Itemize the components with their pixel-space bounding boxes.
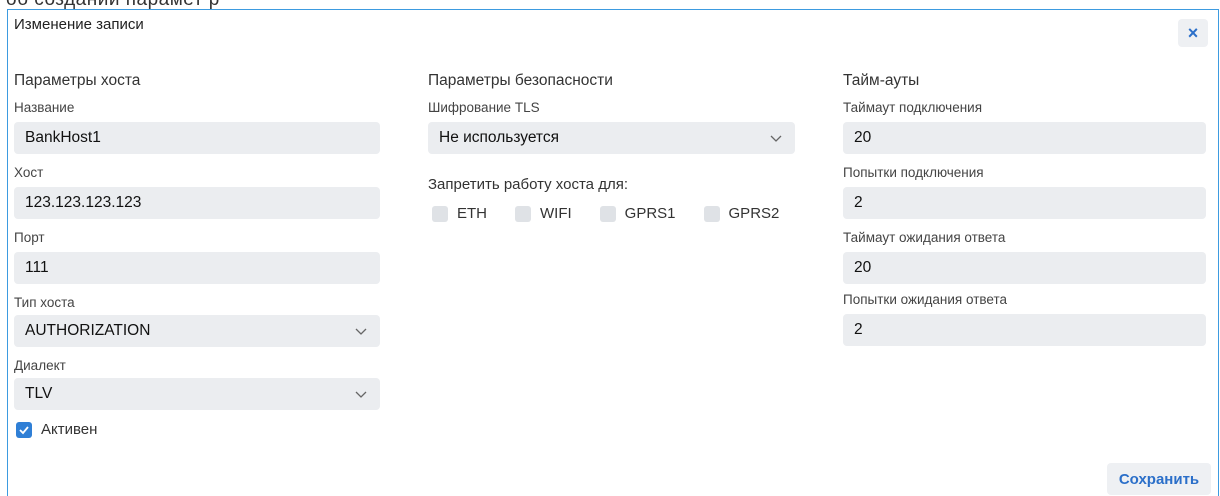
interface-eth[interactable]: ETH — [432, 205, 487, 222]
name-field[interactable]: BankHost1 — [14, 122, 380, 154]
interface-gprs1[interactable]: GPRS1 — [599, 205, 676, 222]
active-checkbox-row[interactable]: Активен — [16, 421, 97, 438]
tls-label: Шифрование TLS — [428, 100, 540, 115]
chevron-down-icon — [355, 388, 367, 400]
gprs1-checkbox[interactable] — [599, 205, 616, 222]
port-value: 111 — [25, 259, 49, 276]
interface-gprs2[interactable]: GPRS2 — [703, 205, 780, 222]
port-label: Порт — [14, 230, 45, 245]
gprs2-label: GPRS2 — [728, 205, 780, 222]
chevron-down-icon — [770, 132, 782, 144]
dialect-select[interactable]: TLV — [14, 378, 380, 410]
response-attempts-label: Попытки ожидания ответа — [843, 292, 1007, 307]
close-icon: × — [1187, 22, 1199, 43]
tls-select[interactable]: Не используется — [428, 122, 795, 154]
eth-label: ETH — [457, 205, 487, 222]
host-field[interactable]: 123.123.123.123 — [14, 187, 380, 219]
eth-checkbox[interactable] — [432, 205, 448, 222]
connect-timeout-field[interactable]: 20 — [843, 122, 1206, 154]
dialect-label: Диалект — [14, 358, 66, 373]
save-button[interactable]: Сохранить — [1107, 463, 1211, 495]
host-type-value: AUTHORIZATION — [25, 322, 151, 339]
host-value: 123.123.123.123 — [25, 194, 142, 211]
host-type-select[interactable]: AUTHORIZATION — [14, 315, 380, 347]
connect-attempts-label: Попытки подключения — [843, 165, 984, 180]
response-attempts-field[interactable]: 2 — [843, 314, 1206, 346]
connect-timeout-value: 20 — [854, 129, 872, 146]
host-label: Хост — [14, 165, 44, 180]
name-label: Название — [14, 100, 75, 115]
connect-attempts-value: 2 — [854, 194, 863, 211]
close-button[interactable]: × — [1178, 19, 1208, 47]
host-section-title: Параметры хоста — [14, 72, 141, 89]
connect-timeout-label: Таймаут подключения — [843, 100, 983, 115]
wifi-label: WIFI — [540, 205, 572, 222]
response-timeout-value: 20 — [854, 259, 872, 276]
response-timeout-field[interactable]: 20 — [843, 252, 1206, 284]
chevron-down-icon — [355, 325, 367, 337]
port-field[interactable]: 111 — [14, 252, 380, 284]
timeouts-section-title: Тайм-ауты — [843, 72, 920, 89]
dialog-title: Изменение записи — [14, 16, 144, 33]
edit-record-dialog: Изменение записи × Параметры хоста Назва… — [7, 9, 1219, 496]
active-label: Активен — [41, 421, 98, 438]
security-section-title: Параметры безопасности — [428, 72, 613, 89]
tls-value: Не используется — [439, 129, 560, 146]
check-icon — [19, 425, 29, 434]
deny-interfaces-label: Запретить работу хоста для: — [428, 176, 628, 193]
host-type-label: Тип хоста — [14, 295, 75, 310]
active-checkbox[interactable] — [16, 421, 32, 438]
name-value: BankHost1 — [25, 129, 101, 146]
interface-wifi[interactable]: WIFI — [515, 205, 572, 222]
dialect-value: TLV — [25, 385, 53, 402]
wifi-checkbox[interactable] — [515, 205, 531, 222]
interfaces-checkbox-group: ETH WIFI GPRS1 GPRS2 — [432, 205, 807, 222]
response-attempts-value: 2 — [854, 321, 863, 338]
gprs2-checkbox[interactable] — [703, 205, 720, 222]
connect-attempts-field[interactable]: 2 — [843, 187, 1206, 219]
response-timeout-label: Таймаут ожидания ответа — [843, 230, 1006, 245]
gprs1-label: GPRS1 — [624, 205, 676, 222]
